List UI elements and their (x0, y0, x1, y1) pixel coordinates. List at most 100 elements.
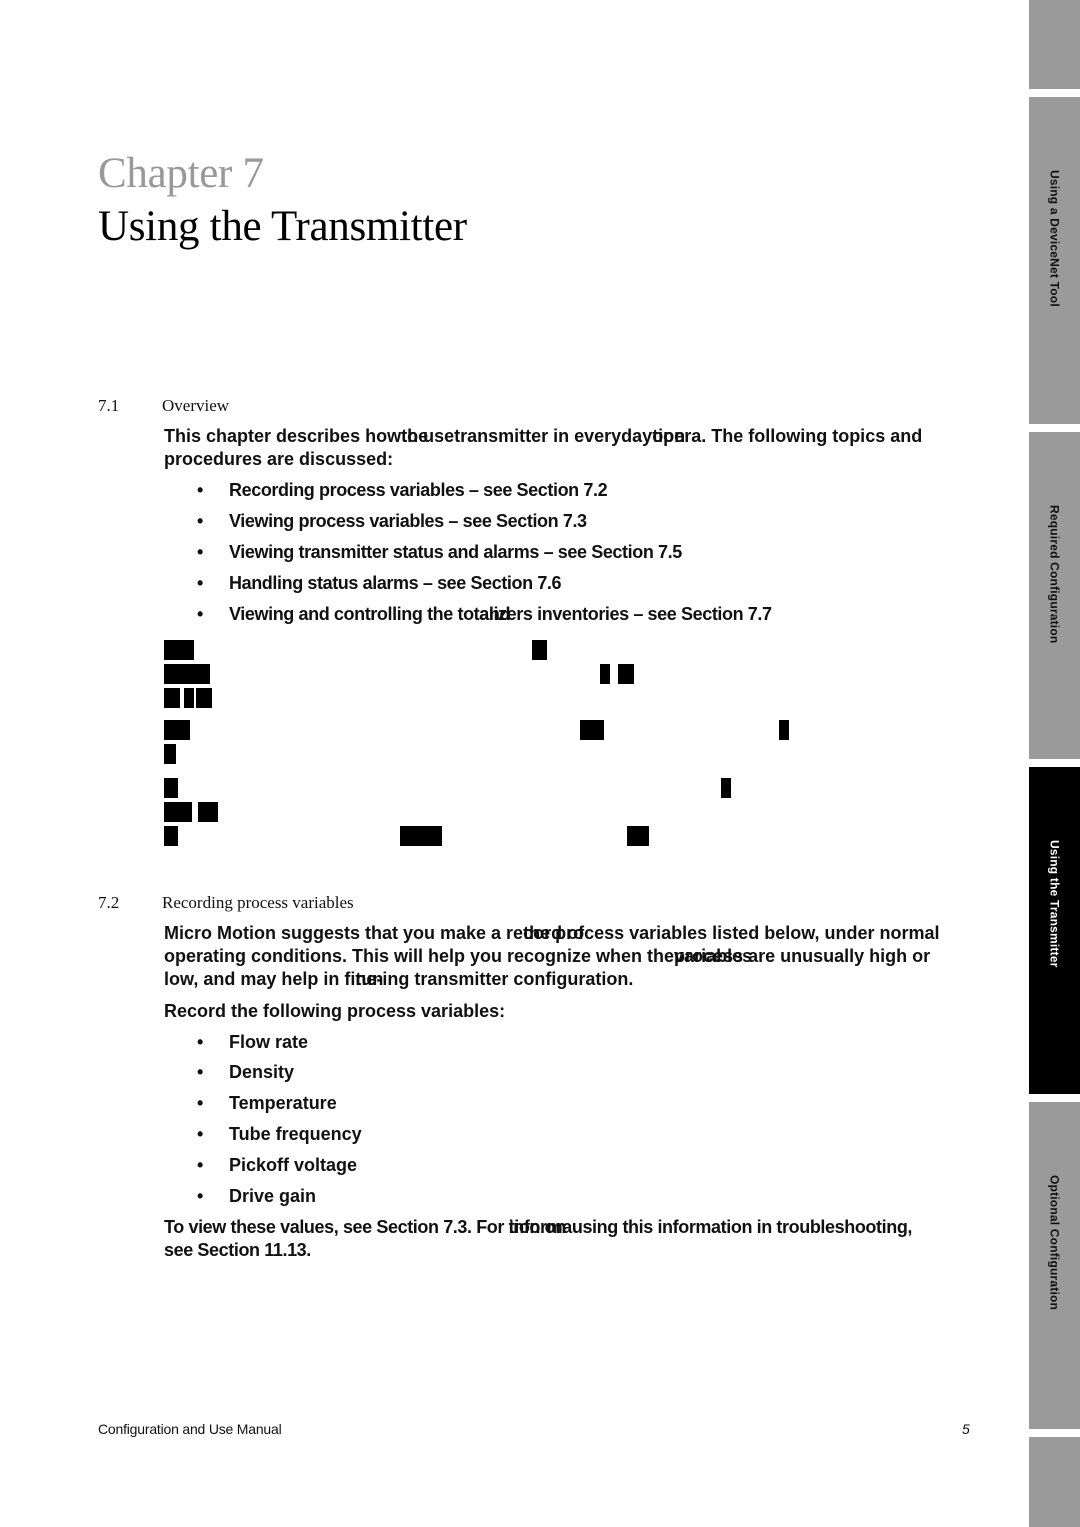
overlap-fragment: tun (355, 969, 384, 989)
overlapping-text: ne-tun (355, 968, 384, 991)
bullet-icon: • (197, 1093, 204, 1113)
paragraph-text: Micro Motion suggests that you make a re (164, 923, 524, 943)
paragraph-text: are unusually high or (743, 946, 931, 966)
bullet-icon: • (197, 1186, 204, 1206)
overlapping-text: opera tion (652, 425, 701, 448)
paragraph-text: using this information in troubleshootin… (571, 1217, 913, 1237)
side-tab-label: Using a DeviceNet Tool (1047, 170, 1062, 307)
garbled-text-block (164, 826, 178, 846)
topic-link-text: Viewing and controlling the tot (229, 604, 480, 624)
overlapping-text: cord of the pro (523, 922, 584, 945)
bullet-icon: • (197, 1155, 204, 1175)
section-number: 7.2 (98, 893, 120, 912)
variable-bullet: • Temperature (197, 1092, 337, 1115)
variable-bullet: • Flow rate (197, 1031, 308, 1054)
topic-link-text: inventories – see Section 7.7 (532, 604, 772, 624)
garbled-text-block (198, 802, 218, 822)
side-tab-top[interactable] (1029, 0, 1080, 89)
bullet-icon: • (197, 604, 203, 624)
bullet-icon: • (197, 573, 203, 593)
paragraph-text: ing transmitter configuration. (382, 969, 634, 989)
closing-paragraph: To view these values, see Section 7.3. F… (164, 1216, 1034, 1262)
garbled-text-block (164, 664, 210, 684)
side-tab-devicenet-tool[interactable]: Using a DeviceNet Tool (1029, 97, 1080, 424)
garbled-text-block (164, 640, 194, 660)
garbled-text-block (627, 826, 649, 846)
paragraph-text: see Section 11.13. (164, 1240, 311, 1260)
garbled-text-block (721, 778, 731, 798)
garbled-text-block (532, 640, 547, 660)
overlapping-text: informa tion on (508, 1216, 573, 1239)
topic-bullet: • Viewing and controlling the totalizers a… (197, 603, 772, 626)
overlap-fragment: and (479, 604, 511, 624)
overlapping-text: alizers and (479, 603, 533, 626)
bullet-icon: • (197, 1032, 204, 1052)
variable-bullet: • Density (197, 1061, 294, 1084)
section-title: Recording process variables (162, 893, 354, 912)
overlap-fragment: the (401, 426, 429, 446)
topic-bullet: • Recording process variables – see Secti… (197, 479, 608, 502)
side-tab-using-transmitter[interactable]: Using the Transmitter (1029, 767, 1080, 1094)
bullet-icon: • (197, 542, 203, 562)
variable-name: Pickoff voltage (229, 1155, 358, 1175)
garbled-text-block (779, 720, 789, 740)
paragraph-text: cess variables listed below, under norma… (584, 923, 940, 943)
variable-bullet: • Drive gain (197, 1185, 316, 1208)
footer-manual-title: Configuration and Use Manual (98, 1421, 282, 1437)
intro-text: . The following topics and (701, 426, 923, 446)
garbled-text-block (400, 826, 442, 846)
overview-intro-paragraph: This chapter describes howto use the trans… (164, 425, 1034, 471)
topic-bullet: • Handling status alarms – see Section 7.… (197, 572, 562, 595)
section-number: 7.1 (98, 396, 120, 415)
variable-bullet: • Pickoff voltage (197, 1154, 357, 1177)
garbled-text-block (164, 802, 192, 822)
side-tab-required-configuration[interactable]: Required Configuration (1029, 432, 1080, 759)
side-tab-label: Using the Transmitter (1047, 840, 1062, 968)
bullet-icon: • (197, 480, 203, 500)
garbled-text-block (196, 688, 212, 708)
overlap-fragment: tion on (508, 1217, 567, 1237)
bullet-icon: • (197, 1062, 204, 1082)
topic-link-text: Viewing transmitter status and alarms – … (229, 542, 682, 562)
paragraph-text: operating conditions. This will help you… (164, 946, 675, 966)
overlap-fragment: variables (674, 946, 753, 966)
side-tab-optional-configuration[interactable]: Optional Configuration (1029, 1102, 1080, 1429)
paragraph-text: low, and may help in fi (164, 969, 356, 989)
intro-text: transmitter in everyday (454, 426, 653, 446)
variable-name: Temperature (229, 1093, 337, 1113)
overlap-fragment: tion (652, 426, 686, 446)
topic-bullet: • Viewing process variables – see Section… (197, 510, 587, 533)
garbled-text-block (600, 664, 610, 684)
variable-bullet: • Tube frequency (197, 1123, 362, 1146)
chapter-title: Using the Transmitter (98, 203, 467, 250)
topic-bullet: • Viewing transmitter status and alarms –… (197, 541, 682, 564)
chapter-label: Chapter 7 (98, 150, 264, 197)
side-tab-label: Optional Configuration (1047, 1175, 1062, 1311)
variable-name: Tube frequency (229, 1124, 362, 1144)
intro-text: This chapter describes how (164, 426, 402, 446)
variable-name: Drive gain (229, 1186, 317, 1206)
garbled-text-block (164, 720, 190, 740)
variable-name: Flow rate (229, 1032, 309, 1052)
side-tab-bottom[interactable] (1029, 1437, 1080, 1527)
garbled-text-block: █ (184, 688, 194, 707)
section-heading-overview: 7.1 Overview (98, 396, 229, 416)
bullet-icon: • (197, 1124, 204, 1144)
topic-link-text: Handling status alarms – see Section 7.6 (229, 573, 562, 593)
side-tab-label: Required Configuration (1047, 505, 1062, 644)
garbled-text-block (618, 664, 634, 684)
overlapping-text: to use the (401, 425, 454, 448)
section-title: Overview (162, 396, 230, 415)
garbled-text-block (164, 688, 180, 708)
topic-link-text: Viewing process variables – see Section … (229, 511, 587, 531)
garbled-text-block (164, 744, 176, 764)
section-heading-recording: 7.2 Recording process variables (98, 893, 354, 913)
garbled-text-block (580, 720, 604, 740)
paragraph-text: To view these values, see Section 7.3. F… (164, 1217, 509, 1237)
variable-name: Density (229, 1062, 295, 1082)
page-number: 5 (962, 1421, 970, 1437)
overlapping-text: process variables (674, 945, 752, 968)
record-intro: Record the following process variables: (164, 1001, 506, 1021)
topic-link-text: Recording process variables – see Sectio… (229, 480, 608, 500)
overlap-fragment: the pro (523, 923, 585, 943)
